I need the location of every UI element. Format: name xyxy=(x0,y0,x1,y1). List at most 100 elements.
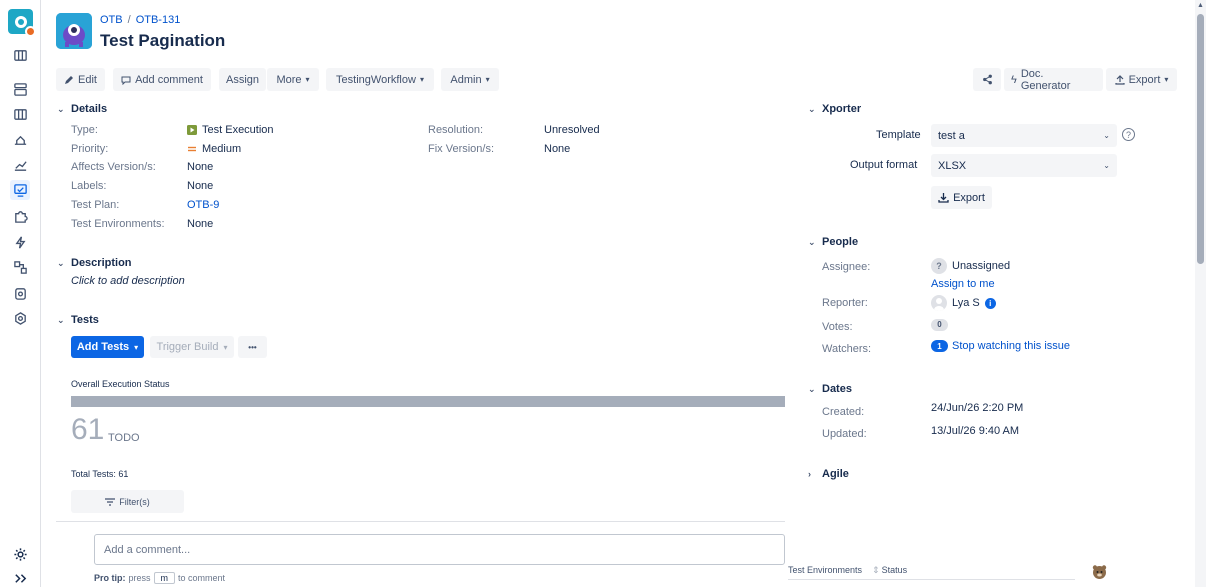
doc-generator-label: Doc. Generator xyxy=(1020,67,1071,92)
assign-button[interactable]: Assign xyxy=(219,68,266,91)
environments-column[interactable]: Test Environments xyxy=(788,565,862,575)
monster-avatar-icon xyxy=(56,13,92,49)
expand-sidebar-icon[interactable] xyxy=(10,571,30,585)
help-icon[interactable]: ? xyxy=(1122,128,1135,141)
backlog-icon[interactable] xyxy=(10,79,30,99)
archive-icon[interactable] xyxy=(10,283,30,303)
chevron-down-icon: ▾ xyxy=(485,75,490,84)
votes-value[interactable]: 0 xyxy=(931,318,948,331)
info-icon[interactable]: i xyxy=(984,297,996,309)
comment-input[interactable]: Add a comment... xyxy=(94,534,785,565)
share-button[interactable] xyxy=(973,68,1001,91)
fix-version-value[interactable]: None xyxy=(544,143,570,155)
priority-value[interactable]: Medium xyxy=(187,143,241,155)
project-avatar[interactable] xyxy=(56,13,92,49)
workflow-button[interactable]: TestingWorkflow ▾ xyxy=(326,68,434,91)
user-avatar-icon xyxy=(931,295,947,311)
assignee-value[interactable]: ? Unassigned xyxy=(931,258,1010,274)
breadcrumb-project[interactable]: OTB xyxy=(100,14,123,26)
stop-watching-link[interactable]: Stop watching this issue xyxy=(952,340,1070,352)
output-format-value: XLSX xyxy=(938,159,967,172)
tests-heading: Tests xyxy=(71,314,99,326)
test-icon[interactable] xyxy=(10,180,30,200)
xporter-toggle[interactable]: ⌄ Xporter xyxy=(808,103,861,115)
reporter-label: Reporter: xyxy=(822,297,868,309)
puzzle-icon[interactable] xyxy=(10,206,30,226)
pencil-icon xyxy=(65,75,74,84)
test-execution-icon xyxy=(187,125,197,135)
export-menu-button[interactable]: Export ▾ xyxy=(1106,68,1177,91)
scrollbar-track[interactable]: ▲ xyxy=(1195,0,1206,587)
output-format-label: Output format xyxy=(850,159,918,171)
doc-generator-button[interactable]: ϟ Doc. Generator xyxy=(1004,67,1103,92)
agile-heading: Agile xyxy=(822,468,849,480)
test-environments-value[interactable]: None xyxy=(187,218,213,230)
add-comment-label: Add comment xyxy=(135,73,203,86)
field-label: Priority: xyxy=(71,143,109,155)
hexagon-icon[interactable] xyxy=(10,308,30,328)
reporter-value[interactable]: Lya S i xyxy=(931,295,996,311)
chevron-down-icon: ⌄ xyxy=(1103,131,1110,140)
description-toggle[interactable]: ⌄ Description xyxy=(57,257,132,269)
type-value[interactable]: Test Execution xyxy=(187,124,274,136)
notification-badge xyxy=(25,26,36,37)
filters-label: Filter(s) xyxy=(119,496,150,507)
page-title: Test Pagination xyxy=(100,31,226,50)
tests-more-button[interactable]: ••• xyxy=(238,336,267,358)
assign-to-me-link[interactable]: Assign to me xyxy=(931,278,995,290)
xporter-export-button[interactable]: Export xyxy=(931,186,992,209)
settings-icon[interactable] xyxy=(10,544,30,564)
project-logo[interactable] xyxy=(8,9,36,37)
admin-button[interactable]: Admin ▾ xyxy=(441,68,499,91)
template-select[interactable]: test a ⌄ xyxy=(931,124,1117,147)
labels-value[interactable]: None xyxy=(187,180,213,192)
pro-tip: Pro tip: press m to comment xyxy=(94,572,225,584)
mascot-icon[interactable] xyxy=(1091,563,1108,580)
edit-button[interactable]: Edit xyxy=(56,68,105,91)
reports-icon[interactable] xyxy=(10,155,30,175)
affects-version-value[interactable]: None xyxy=(187,161,213,173)
dates-heading: Dates xyxy=(822,383,852,395)
details-toggle[interactable]: ⌄ Details xyxy=(57,103,107,115)
votes-count: 0 xyxy=(931,318,948,331)
agile-toggle[interactable]: › Agile xyxy=(808,468,849,480)
columns-icon[interactable] xyxy=(10,104,30,124)
status-column[interactable]: Status xyxy=(882,565,908,575)
todo-progress-bar[interactable] xyxy=(71,396,785,407)
todo-label: TODO xyxy=(108,432,140,444)
output-format-select[interactable]: XLSX ⌄ xyxy=(931,154,1117,177)
description-placeholder[interactable]: Click to add description xyxy=(71,275,185,287)
field-label: Type: xyxy=(71,124,98,136)
scrollbar-thumb[interactable] xyxy=(1197,14,1204,264)
dates-toggle[interactable]: ⌄ Dates xyxy=(808,383,852,395)
template-label: Template xyxy=(876,129,921,141)
filters-button[interactable]: Filter(s) xyxy=(71,490,184,513)
add-comment-button[interactable]: Add comment xyxy=(113,68,211,91)
releases-icon[interactable] xyxy=(10,130,30,150)
edit-label: Edit xyxy=(78,73,97,86)
more-button[interactable]: More ▾ xyxy=(267,68,319,91)
execution-progress-track xyxy=(71,396,785,407)
description-heading: Description xyxy=(71,257,132,269)
votes-label: Votes: xyxy=(822,321,853,333)
board-icon[interactable] xyxy=(10,45,30,65)
chevron-down-icon: ▾ xyxy=(419,75,424,84)
scroll-up-icon[interactable]: ▲ xyxy=(1197,2,1204,9)
download-icon xyxy=(938,193,949,203)
add-tests-button[interactable]: Add Tests ▾ xyxy=(71,336,144,358)
template-value: test a xyxy=(938,129,965,142)
tests-toggle[interactable]: ⌄ Tests xyxy=(57,314,99,326)
left-sidebar xyxy=(0,0,41,587)
filter-icon xyxy=(105,497,116,506)
lightning-icon[interactable] xyxy=(10,232,30,252)
chevron-right-icon: › xyxy=(808,469,811,479)
chevron-down-icon: ▾ xyxy=(305,75,310,84)
people-toggle[interactable]: ⌄ People xyxy=(808,236,858,248)
pro-tip-press: press xyxy=(128,573,151,583)
watchers-count[interactable]: 1 xyxy=(931,340,948,352)
trigger-build-button[interactable]: Trigger Build ▾ xyxy=(150,336,234,358)
breadcrumb-issue-key[interactable]: OTB-131 xyxy=(136,14,181,26)
test-plan-link[interactable]: OTB-9 xyxy=(187,199,219,211)
details-heading: Details xyxy=(71,103,108,115)
components-icon[interactable] xyxy=(10,257,30,277)
